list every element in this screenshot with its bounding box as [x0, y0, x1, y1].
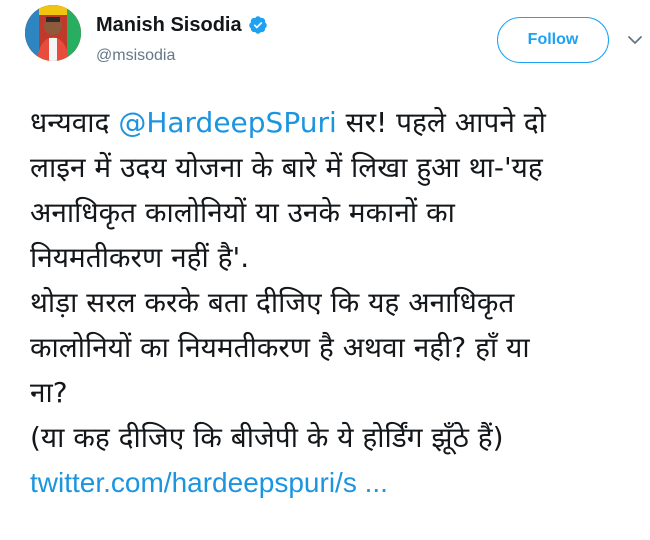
tweet-text-line: नियमतीकरण नहीं है'. — [30, 241, 250, 274]
tweet-text-line: ना? — [30, 376, 68, 409]
author-display-name[interactable]: Manish Sisodia — [96, 14, 242, 37]
tweet-url-link[interactable]: twitter.com/hardeepspuri/s ... — [30, 460, 630, 505]
author-name-row[interactable]: Manish Sisodia — [96, 12, 268, 38]
author-handle[interactable]: @msisodia — [96, 47, 175, 65]
tweet-text-line: थोड़ा सरल करके बता दीजिए कि यह अनाधिकृत — [30, 286, 515, 319]
avatar-image — [25, 5, 81, 61]
mention-link[interactable]: @HardeepSPuri — [118, 106, 336, 139]
tweet-text-line: कालोनियों का नियमतीकरण है अथवा नही? हाँ … — [30, 331, 530, 364]
verified-badge-icon — [248, 15, 268, 35]
tweet-text: धन्यवाद @HardeepSPuri सर! पहले आपने दो ल… — [30, 100, 630, 505]
tweet-text-segment: धन्यवाद — [30, 106, 119, 139]
tweet-text-segment: सर! पहले आपने दो — [336, 106, 546, 139]
tweet-card: Manish Sisodia @msisodia Follow धन्यवाद … — [0, 0, 650, 540]
tweet-text-line: लाइन में उदय योजना के बारे में लिखा हुआ … — [30, 151, 543, 184]
tweet-text-line: धन्यवाद @HardeepSPuri सर! पहले आपने दो — [30, 100, 630, 145]
chevron-down-icon[interactable] — [626, 33, 644, 47]
follow-button[interactable]: Follow — [497, 17, 609, 63]
avatar[interactable] — [25, 5, 81, 61]
tweet-text-line: (या कह दीजिए कि बीजेपी के ये होर्डिंग झू… — [30, 421, 504, 454]
tweet-text-line: अनाधिकृत कालोनियों या उनके मकानों का — [30, 196, 455, 229]
